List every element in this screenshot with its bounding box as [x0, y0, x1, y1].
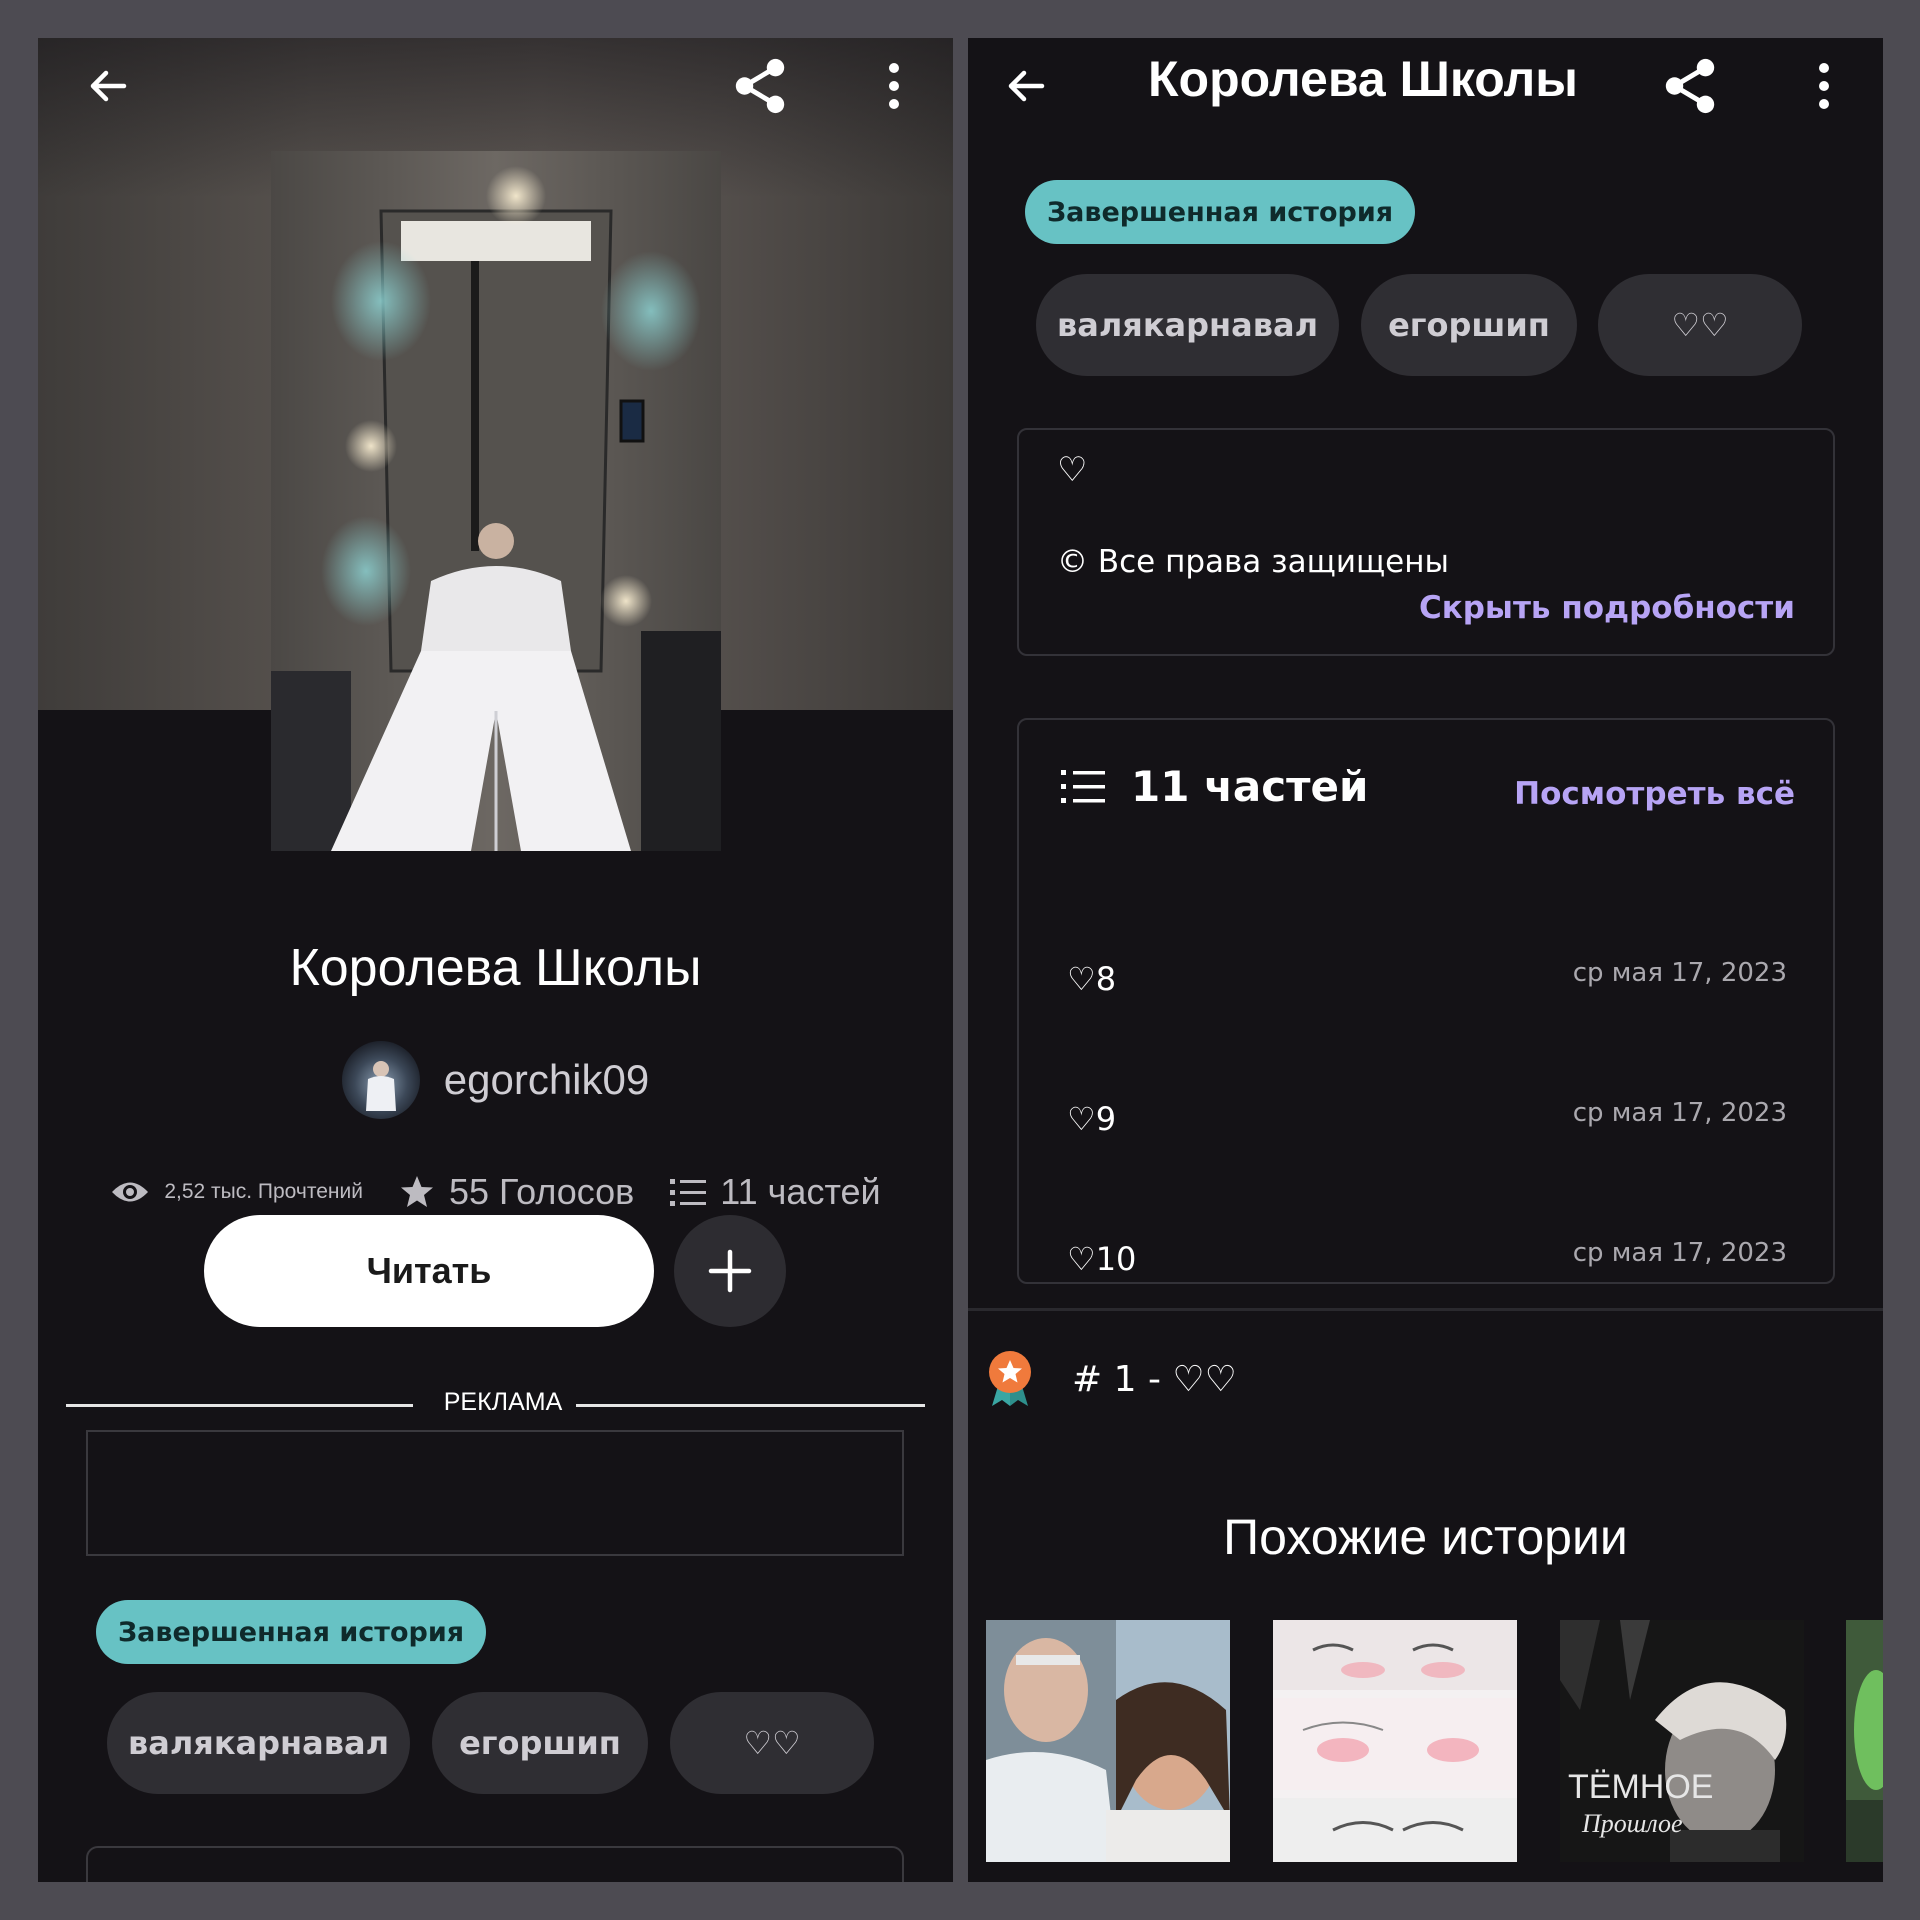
plus-icon	[708, 1249, 752, 1293]
cover-image: ТЁМНОЕ Прошлое	[1560, 1620, 1804, 1862]
part-row[interactable]: ♡10 ср мая 17, 2023	[1019, 1232, 1833, 1292]
stats-row: 2,52 тыс. Прочтений 55 Голосов 11 частей	[38, 1164, 953, 1220]
book-title: Королева Школы	[289, 939, 702, 997]
arrow-left-icon	[90, 70, 127, 102]
back-button[interactable]	[996, 56, 1056, 116]
avatar-image	[365, 1061, 396, 1111]
more-vertical-icon	[889, 63, 899, 109]
hide-details-link[interactable]: Скрыть подробности	[1419, 590, 1795, 626]
parts-stat: 11 частей	[670, 1171, 881, 1213]
tag-egorship[interactable]: егоршип	[432, 1692, 648, 1794]
reads-stat: 2,52 тыс. Прочтений	[110, 1177, 363, 1207]
reads-count: 2,52 тыс. Прочтений	[164, 1180, 363, 1203]
tag-hearts[interactable]: ♡♡	[670, 1692, 874, 1794]
votes-stat: 55 Голосов	[399, 1171, 634, 1213]
back-button[interactable]	[78, 56, 138, 116]
story-details-screen: Королева Школы Завершенная история валяк…	[968, 38, 1883, 1882]
part-date: ср мая 17, 2023	[1572, 1098, 1787, 1128]
share-button[interactable]	[1660, 56, 1720, 116]
ad-slot[interactable]	[86, 1430, 904, 1556]
tag-valyakarnaval[interactable]: валякарнавал	[1036, 274, 1339, 376]
votes-count: 55 Голосов	[448, 1171, 635, 1212]
description-card-partial	[86, 1846, 904, 1882]
part-date: ср мая 17, 2023	[1572, 1238, 1787, 1268]
part-date: ср мая 17, 2023	[1572, 958, 1787, 988]
ranking-text[interactable]: # 1 - ♡♡	[1072, 1359, 1237, 1400]
list-icon	[1061, 769, 1105, 803]
description-card: ♡ © Все права защищены Скрыть подробност…	[1017, 428, 1835, 656]
similar-story-cover[interactable]: ТЁМНОЕ Прошлое	[1560, 1620, 1804, 1862]
part-row[interactable]: ♡8 ср мая 17, 2023	[1019, 952, 1833, 1012]
tag-valyakarnaval[interactable]: валякарнавал	[107, 1692, 410, 1794]
tag-hearts[interactable]: ♡♡	[1598, 274, 1802, 376]
medal-icon	[989, 1351, 1031, 1406]
cover-illustration	[271, 151, 721, 851]
author-avatar[interactable]	[341, 1041, 420, 1119]
description-text: ♡	[1057, 450, 1088, 490]
similar-story-cover[interactable]	[1273, 1620, 1517, 1862]
parts-header: 11 частей	[1061, 762, 1368, 811]
parts-count-label: 11 частей	[1131, 762, 1369, 811]
tag-egorship[interactable]: егоршип	[1361, 274, 1577, 376]
author-name[interactable]: egorchik09	[444, 1056, 649, 1104]
copyright-text: © Все права защищены	[1057, 544, 1449, 580]
see-all-parts-link[interactable]: Посмотреть всё	[1514, 776, 1795, 812]
section-divider	[968, 1308, 1883, 1311]
share-icon	[735, 58, 785, 114]
list-icon	[670, 1179, 707, 1206]
similar-story-cover[interactable]	[986, 1620, 1230, 1862]
parts-count: 11 частей	[720, 1171, 881, 1212]
ad-divider-right	[576, 1404, 925, 1407]
completed-status-badge: Завершенная история	[96, 1600, 487, 1664]
cover-image	[1273, 1620, 1517, 1862]
arrow-left-icon	[1008, 70, 1045, 102]
cover-title-main: ТЁМНОЕ	[1568, 1768, 1713, 1806]
read-button[interactable]: Читать	[204, 1215, 654, 1327]
ad-label: РЕКЛАМА	[443, 1388, 563, 1416]
ranking-row[interactable]: # 1 - ♡♡	[986, 1350, 1237, 1408]
ad-divider-left	[66, 1404, 413, 1407]
share-icon	[1665, 58, 1715, 114]
part-row[interactable]: ♡9 ср мая 17, 2023	[1019, 1092, 1833, 1152]
more-options-button[interactable]	[864, 56, 924, 116]
book-cover-image[interactable]	[271, 151, 721, 851]
completed-status-badge: Завершенная история	[1025, 180, 1416, 244]
share-button[interactable]	[730, 56, 790, 116]
part-title[interactable]: ♡10	[1067, 1240, 1136, 1278]
cover-image	[1846, 1620, 1883, 1862]
more-vertical-icon	[1819, 63, 1829, 109]
more-options-button[interactable]	[1794, 56, 1854, 116]
header-title: Королева Школы	[1148, 51, 1578, 107]
author-row[interactable]: egorchik09	[38, 1040, 953, 1120]
cover-title-sub: Прошлое	[1581, 1809, 1683, 1838]
eye-icon	[112, 1182, 149, 1202]
star-icon	[400, 1176, 433, 1207]
parts-card: 11 частей Посмотреть всё ♡8 ср мая 17, 2…	[1017, 718, 1835, 1284]
similar-stories-heading: Похожие истории	[1223, 1509, 1628, 1565]
story-overview-screen: Королева Школы egorchik09 2,52 тыс. Проч…	[38, 38, 953, 1882]
part-title[interactable]: ♡9	[1067, 1100, 1116, 1138]
part-title[interactable]: ♡8	[1067, 960, 1116, 998]
similar-story-cover[interactable]	[1846, 1620, 1883, 1862]
add-to-library-button[interactable]	[674, 1215, 786, 1327]
top-app-bar: Королева Школы	[968, 38, 1883, 148]
cover-image	[986, 1620, 1230, 1862]
